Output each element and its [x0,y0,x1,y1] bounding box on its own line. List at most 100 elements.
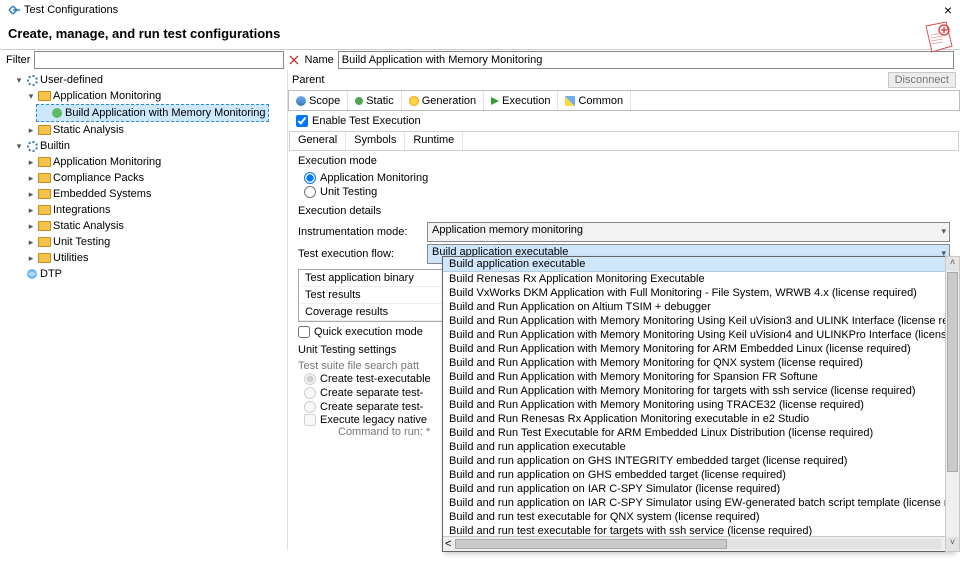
expand-icon[interactable]: ▸ [26,218,36,234]
dropdown-item[interactable]: Build and run test executable for target… [443,524,953,536]
close-icon[interactable]: × [944,2,952,18]
expand-icon[interactable]: ▸ [26,122,36,138]
expand-icon[interactable]: ▾ [26,88,36,104]
flow-label: Test execution flow: [298,248,423,260]
name-input[interactable] [338,51,954,69]
configuration-tree[interactable]: ▾User-defined ▾Application Monitoring ·B… [0,70,288,550]
dropdown-item[interactable]: Build and Run Test Executable for ARM Em… [443,426,953,440]
dropdown-item[interactable]: Build VxWorks DKM Application with Full … [443,286,953,300]
folder-icon [38,205,51,215]
doc-icon [920,20,956,59]
static-icon [355,97,363,105]
tree-builtin-static[interactable]: ▸Static Analysis [24,218,287,234]
execution-icon [491,97,499,105]
dropdown-selected[interactable]: Build application executable [443,257,953,272]
expand-icon[interactable]: ▸ [26,154,36,170]
tree-builtin-embedded[interactable]: ▸Embedded Systems [24,186,287,202]
subtab-general[interactable]: General [290,132,346,150]
disconnect-button[interactable]: Disconnect [888,72,956,88]
instr-mode-label: Instrumentation mode: [298,226,423,238]
expand-icon[interactable]: ▸ [26,202,36,218]
tab-scope[interactable]: Scope [289,91,348,110]
tree-app-monitoring[interactable]: ▾Application Monitoring [24,88,287,104]
filter-row: Filter Name [0,50,960,70]
dropdown-item[interactable]: Build and run application on GHS INTEGRI… [443,454,953,468]
dropdown-item[interactable]: Build and Run Application with Memory Mo… [443,398,953,412]
dropdown-item[interactable]: Build and Run Application with Memory Mo… [443,356,953,370]
dropdown-item[interactable]: Build and Run Application on Altium TSIM… [443,300,953,314]
dropdown-item[interactable]: Build and Run Application with Memory Mo… [443,342,953,356]
subtab-symbols[interactable]: Symbols [346,132,405,150]
config-icon [26,140,38,152]
dropdown-item[interactable]: Build and run application executable [443,440,953,454]
main-tabs: Scope Static Generation Execution Common [288,90,960,111]
config-icon [26,74,38,86]
scrollbar-thumb[interactable] [947,272,958,472]
tree-builtin-appmon[interactable]: ▸Application Monitoring [24,154,287,170]
tree-build-mem-monitoring[interactable]: ·Build Application with Memory Monitorin… [36,104,269,122]
expand-icon[interactable]: ▾ [14,72,24,88]
dropdown-item[interactable]: Build and run test executable for QNX sy… [443,510,953,524]
enable-test-exec-checkbox[interactable]: Enable Test Execution [296,115,952,127]
tree-builtin-compliance[interactable]: ▸Compliance Packs [24,170,287,186]
tree-user-defined[interactable]: ▾User-defined [12,72,287,88]
tree-dtp[interactable]: ·DTP [12,266,287,282]
expand-icon[interactable]: ▾ [14,138,24,154]
dropdown-item[interactable]: Build and Run Renesas Rx Application Mon… [443,412,953,426]
window-title: Test Configurations [24,4,118,16]
vertical-scrollbar[interactable]: ˄ ˅ [945,256,960,552]
tab-generation[interactable]: Generation [402,91,484,110]
scroll-down-icon[interactable]: ˅ [946,537,959,551]
title-bar: Test Configurations × [0,0,960,20]
test-exec-flow-dropdown[interactable]: Build application executableBuild Renesa… [442,256,954,552]
folder-icon [38,173,51,183]
filter-input[interactable] [34,51,284,69]
parent-label: Parent [292,74,324,86]
tab-static[interactable]: Static [348,91,402,110]
expand-icon[interactable]: ▸ [26,234,36,250]
dropdown-item[interactable]: Build and run application on GHS embedde… [443,468,953,482]
tree-static-analysis-user[interactable]: ▸Static Analysis [24,122,287,138]
tree-builtin[interactable]: ▾Builtin [12,138,287,154]
instr-mode-combo[interactable]: Application memory monitoring▾ [427,222,950,242]
dropdown-item[interactable]: Build and run application on IAR C-SPY S… [443,482,953,496]
dropdown-item[interactable]: Build and Run Application with Memory Mo… [443,370,953,384]
tree-builtin-unit[interactable]: ▸Unit Testing [24,234,287,250]
subtab-runtime[interactable]: Runtime [405,132,463,150]
app-icon [6,3,20,17]
scroll-left-icon[interactable]: < [445,538,451,550]
radio-app-monitoring[interactable]: Application Monitoring [298,171,950,185]
exec-mode-label: Execution mode [298,155,950,171]
radio-unit-testing[interactable]: Unit Testing [298,185,950,199]
horizontal-scrollbar[interactable]: < > [443,536,953,551]
name-label: Name [304,54,333,66]
folder-icon [38,157,51,167]
expand-icon[interactable]: ▸ [26,250,36,266]
tab-common[interactable]: Common [558,91,631,110]
header: Create, manage, and run test configurati… [0,20,960,50]
scroll-up-icon[interactable]: ˄ [946,257,959,271]
exec-details-label: Execution details [298,205,950,221]
chevron-down-icon: ▾ [941,226,946,237]
expand-icon[interactable]: ▸ [26,186,36,202]
dropdown-item[interactable]: Build Renesas Rx Application Monitoring … [443,272,953,286]
dtp-icon [26,268,38,280]
tree-builtin-util[interactable]: ▸Utilities [24,250,287,266]
sub-tabs: General Symbols Runtime [289,131,959,151]
scope-icon [296,96,306,106]
config-node-icon [51,107,63,119]
dropdown-item[interactable]: Build and run application on IAR C-SPY S… [443,496,953,510]
dropdown-item[interactable]: Build and Run Application with Memory Mo… [443,328,953,342]
tab-execution[interactable]: Execution [484,91,558,110]
generation-icon [409,96,419,106]
clear-filter-icon[interactable] [288,54,300,66]
folder-icon [38,91,51,101]
dropdown-item[interactable]: Build and Run Application with Memory Mo… [443,314,953,328]
folder-icon [38,237,51,247]
scrollbar-thumb[interactable] [455,539,727,549]
tree-builtin-integrations[interactable]: ▸Integrations [24,202,287,218]
expand-icon[interactable]: ▸ [26,170,36,186]
parent-row: Parent Disconnect [288,70,960,90]
folder-icon [38,221,51,231]
dropdown-item[interactable]: Build and Run Application with Memory Mo… [443,384,953,398]
